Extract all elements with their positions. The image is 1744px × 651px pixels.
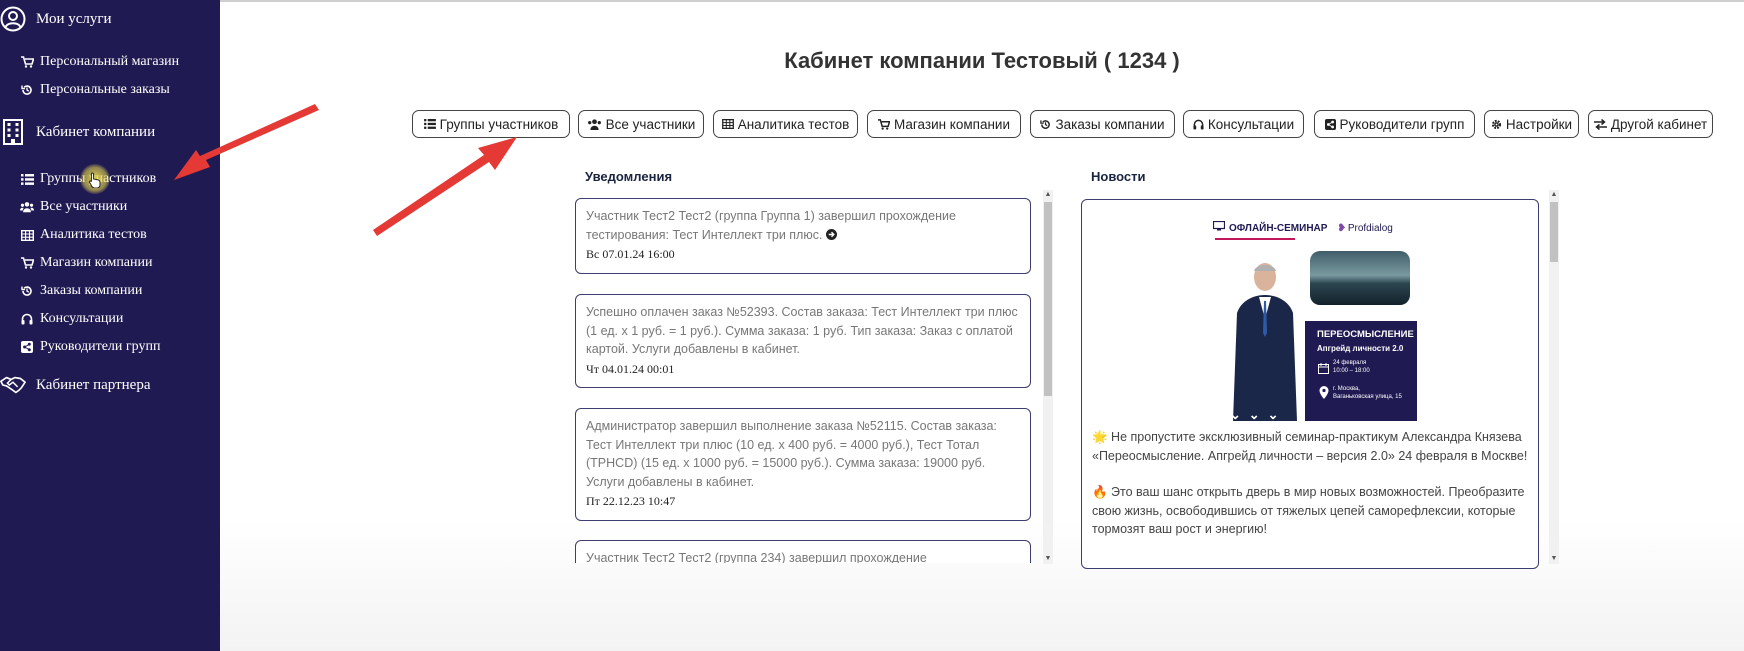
annotation-arrow-icon: [174, 104, 319, 180]
annotation-arrows: [174, 104, 517, 236]
annotation-arrow-icon: [373, 137, 517, 236]
